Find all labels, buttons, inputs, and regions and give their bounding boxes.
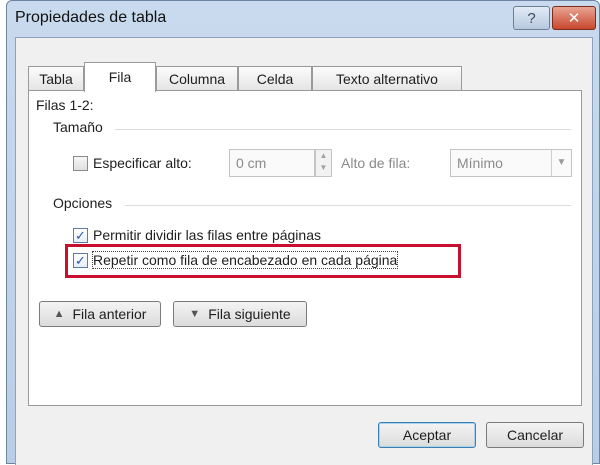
tab-texto-alternativo[interactable]: Texto alternativo xyxy=(312,66,462,91)
rows-label: Filas 1-2: xyxy=(36,97,94,113)
options-group-divider xyxy=(125,205,571,206)
repeat-header-label: Repetir como fila de encabezado en cada … xyxy=(91,251,399,269)
chevron-down-icon: ▼ xyxy=(551,150,571,176)
check-icon: ✓ xyxy=(75,228,86,243)
size-group-divider xyxy=(115,129,571,130)
tab-celda[interactable]: Celda xyxy=(238,66,312,91)
dialog-window: Propiedades de tabla ? ✕ Tabla Fila Colu… xyxy=(6,0,600,465)
row-height-select[interactable]: Mínimo ▼ xyxy=(450,149,572,177)
allow-row-break-checkbox[interactable]: ✓ xyxy=(73,228,88,243)
repeat-header-checkbox[interactable]: ✓ xyxy=(73,253,88,268)
next-row-button[interactable]: ▼ Fila siguiente xyxy=(173,301,307,327)
row-properties-panel: Filas 1-2: Tamaño Especificar alto: 0 cm… xyxy=(28,90,582,406)
dialog-title: Propiedades de tabla xyxy=(15,9,167,26)
allow-row-break-label: Permitir dividir las filas entre páginas xyxy=(93,227,321,243)
row-height-value: Mínimo xyxy=(457,155,503,171)
previous-row-label: Fila anterior xyxy=(72,306,147,322)
triangle-down-icon: ▼ xyxy=(189,308,201,320)
close-icon: ✕ xyxy=(567,10,581,27)
height-input[interactable]: 0 cm xyxy=(229,149,315,177)
options-group-label: Opciones xyxy=(53,195,113,211)
cancel-button[interactable]: Cancelar xyxy=(486,422,584,448)
height-spinner[interactable]: ▲ ▼ xyxy=(315,149,332,177)
specify-height-label: Especificar alto: xyxy=(93,155,192,171)
help-icon: ? xyxy=(527,9,536,27)
dialog-body: Tabla Fila Columna Celda Texto alternati… xyxy=(15,37,593,465)
row-height-label: Alto de fila: xyxy=(341,155,411,171)
close-button[interactable]: ✕ xyxy=(552,6,596,30)
ok-button[interactable]: Aceptar xyxy=(378,422,476,448)
spin-up-icon: ▲ xyxy=(319,151,328,160)
size-group-label: Tamaño xyxy=(53,119,103,135)
triangle-up-icon: ▲ xyxy=(53,308,65,320)
tab-columna[interactable]: Columna xyxy=(156,66,238,91)
tab-tabla[interactable]: Tabla xyxy=(28,66,84,91)
check-icon: ✓ xyxy=(75,253,86,268)
spin-down-icon: ▼ xyxy=(319,163,328,172)
next-row-label: Fila siguiente xyxy=(208,306,291,322)
previous-row-button[interactable]: ▲ Fila anterior xyxy=(39,301,161,327)
specify-height-checkbox[interactable] xyxy=(73,156,88,171)
help-button[interactable]: ? xyxy=(513,6,550,30)
tab-fila[interactable]: Fila xyxy=(84,62,156,92)
